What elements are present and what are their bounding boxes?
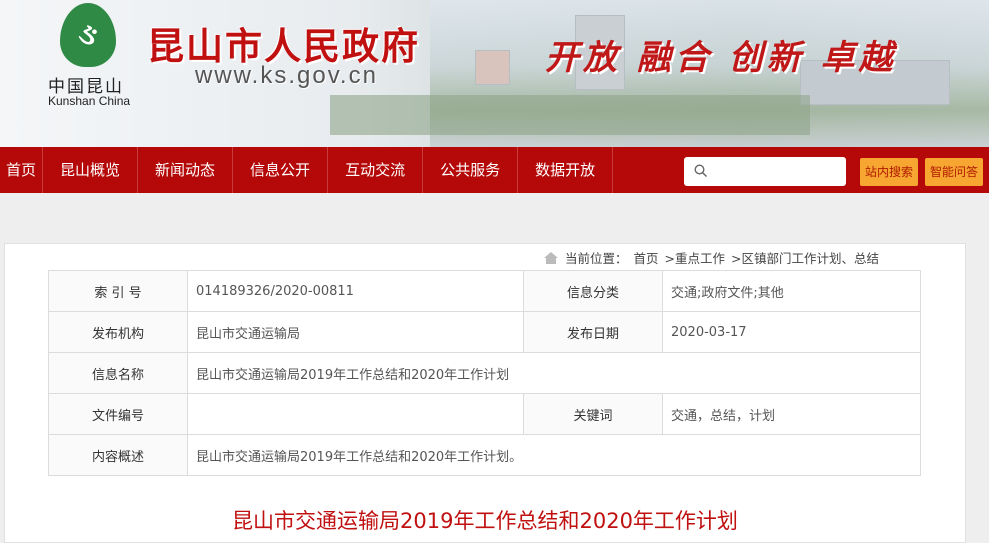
publisher-value: 昆山市交通运输局 xyxy=(187,311,524,353)
slogan: 开放 融合 创新 卓越 xyxy=(545,38,897,78)
nav-item-services[interactable]: 公共服务 xyxy=(423,147,519,193)
site-url: www.ks.gov.cn xyxy=(195,62,378,89)
nav-item-overview[interactable]: 昆山概览 xyxy=(43,147,139,193)
kunshan-logo-icon[interactable]: ઙ xyxy=(60,3,116,67)
banner-building xyxy=(475,50,510,85)
nav-item-interaction[interactable]: 互动交流 xyxy=(328,147,424,193)
nav-item-disclosure[interactable]: 信息公开 xyxy=(233,147,329,193)
search-icon xyxy=(694,164,708,178)
docno-value xyxy=(187,393,524,435)
nav-item-news[interactable]: 新闻动态 xyxy=(138,147,234,193)
category-label: 信息分类 xyxy=(523,270,663,312)
category-value: 交通;政府文件;其他 xyxy=(662,270,921,312)
document-title: 昆山市交通运输局2019年工作总结和2020年工作计划 xyxy=(232,509,738,533)
index-value: 014189326/2020-00811 xyxy=(187,270,524,312)
table-row: 索 引 号 014189326/2020-00811 信息分类 交通;政府文件;… xyxy=(48,270,921,312)
index-label: 索 引 号 xyxy=(48,270,188,312)
site-header: ઙ 中国昆山 Kunshan China 昆山市人民政府 www.ks.gov.… xyxy=(0,0,989,147)
docno-label: 文件编号 xyxy=(48,393,188,435)
search-input[interactable] xyxy=(684,157,846,186)
table-row: 信息名称 昆山市交通运输局2019年工作总结和2020年工作计划 xyxy=(48,352,921,394)
logo-english-text: Kunshan China xyxy=(48,94,131,108)
banner-plaza xyxy=(330,95,810,135)
breadcrumb-plans[interactable]: >区镇部门工作计划、总结 xyxy=(731,248,879,267)
breadcrumb-key-work[interactable]: >重点工作 xyxy=(665,248,725,267)
keywords-value: 交通，总结，计划 xyxy=(662,393,921,435)
keywords-label: 关键词 xyxy=(523,393,663,435)
info-table: 索 引 号 014189326/2020-00811 信息分类 交通;政府文件;… xyxy=(48,270,921,476)
nav-item-home[interactable]: 首页 xyxy=(0,147,44,193)
table-row: 发布机构 昆山市交通运输局 发布日期 2020-03-17 xyxy=(48,311,921,353)
site-search-button[interactable]: 站内搜索 xyxy=(860,158,919,186)
table-row: 文件编号 关键词 交通，总结，计划 xyxy=(48,393,921,435)
home-icon xyxy=(544,251,558,264)
table-row: 内容概述 昆山市交通运输局2019年工作总结和2020年工作计划。 xyxy=(48,434,921,476)
name-label: 信息名称 xyxy=(48,352,188,394)
summary-label: 内容概述 xyxy=(48,434,188,476)
breadcrumb: 当前位置： 首页 >重点工作 >区镇部门工作计划、总结 xyxy=(543,248,879,267)
breadcrumb-label: 当前位置： xyxy=(565,251,628,266)
breadcrumb-home[interactable]: 首页 xyxy=(634,248,659,267)
summary-value: 昆山市交通运输局2019年工作总结和2020年工作计划。 xyxy=(187,434,921,476)
date-label: 发布日期 xyxy=(523,311,663,353)
smart-qa-button[interactable]: 智能问答 xyxy=(925,158,984,186)
name-value: 昆山市交通运输局2019年工作总结和2020年工作计划 xyxy=(187,352,921,394)
publisher-label: 发布机构 xyxy=(48,311,188,353)
date-value: 2020-03-17 xyxy=(662,311,921,353)
nav-item-open-data[interactable]: 数据开放 xyxy=(518,147,614,193)
